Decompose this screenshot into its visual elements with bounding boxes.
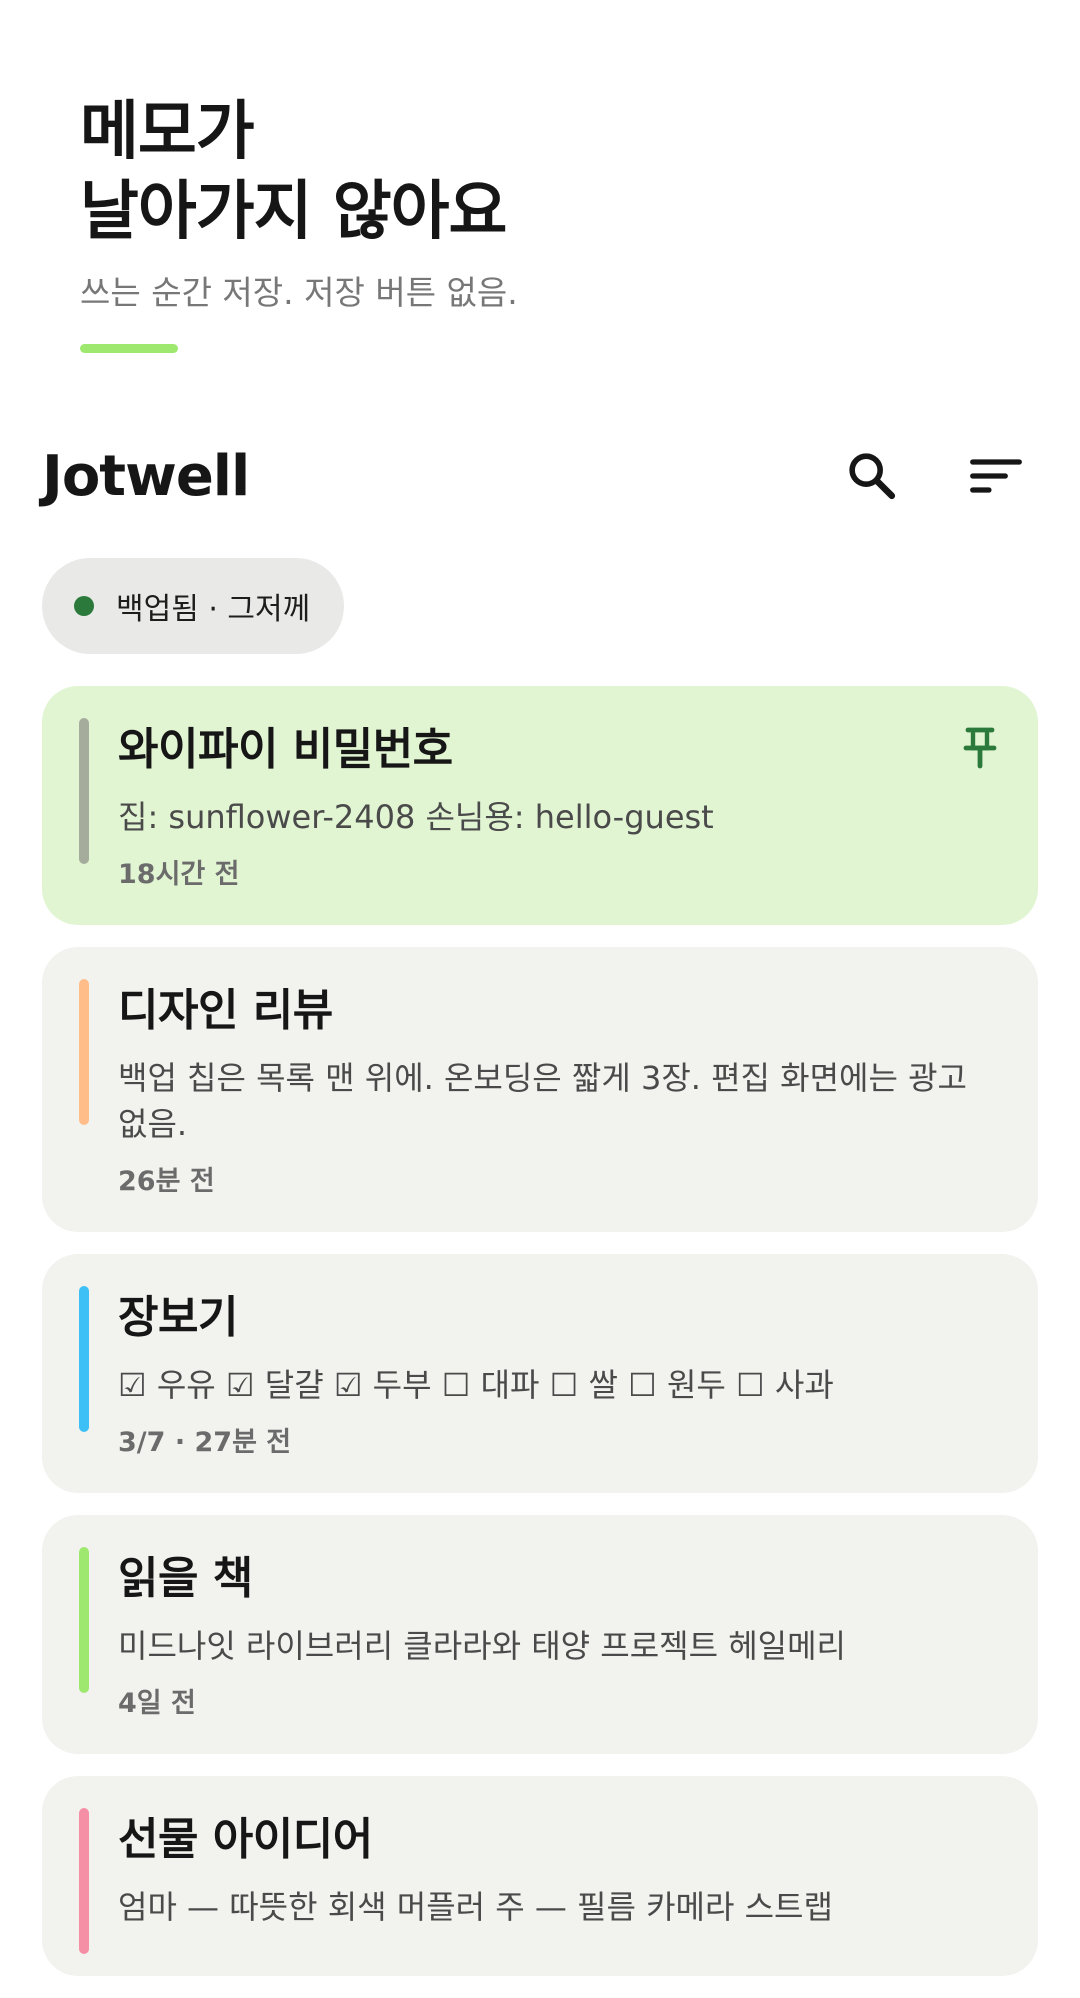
- note-body: 엄마 — 따뜻한 회색 머플러 주 — 필름 카메라 스트랩: [118, 1888, 833, 1926]
- note-card[interactable]: 선물 아이디어 엄마 — 따뜻한 회색 머플러 주 — 필름 카메라 스트랩: [42, 1776, 1038, 1976]
- note-color-bar: [79, 979, 89, 1125]
- hero-text: 메모가 날아가지 않아요 쓰는 순간 저장. 저장 버튼 없음.: [80, 92, 980, 314]
- notes-list: 와이파이 비밀번호 집: sunflower-2408 손님용: hello-g…: [42, 686, 1038, 1998]
- note-timestamp: 3/7 · 27분 전: [118, 1427, 292, 1458]
- note-title: 장보기: [118, 1292, 238, 1343]
- note-body: 미드나잇 라이브러리 클라라와 태양 프로젝트 헤일메리: [118, 1627, 846, 1665]
- hero-accent-rule: [80, 344, 178, 353]
- note-title: 와이파이 비밀번호: [118, 724, 453, 775]
- hero-subtitle: 쓰는 순간 저장. 저장 버튼 없음.: [80, 273, 518, 312]
- note-timestamp: 18시간 전: [118, 859, 240, 890]
- note-body: 집: sunflower-2408 손님용: hello-guest: [118, 798, 714, 836]
- note-card[interactable]: 장보기 ☑ 우유 ☑ 달걀 ☑ 두부 ☐ 대파 ☐ 쌀 ☐ 원두 ☐ 사과 3/…: [42, 1254, 1038, 1493]
- note-title: 선물 아이디어: [118, 1814, 373, 1865]
- note-timestamp: 26분 전: [118, 1166, 215, 1197]
- note-color-bar: [79, 1547, 89, 1693]
- note-color-bar: [79, 1286, 89, 1432]
- backup-status-label: 백업됨 · 그저께: [116, 592, 311, 627]
- note-body: ☑ 우유 ☑ 달걀 ☑ 두부 ☐ 대파 ☐ 쌀 ☐ 원두 ☐ 사과: [118, 1366, 834, 1404]
- note-body: 백업 칩은 목록 맨 위에. 온보딩은 짧게 3장. 편집 화면에는 광고 없음…: [118, 1059, 967, 1143]
- sort-button[interactable]: [954, 434, 1038, 518]
- hero-title: 메모가 날아가지 않아요: [80, 95, 507, 249]
- backup-status-dot: [74, 596, 94, 616]
- app-title: Jotwell: [42, 443, 250, 509]
- pin-icon[interactable]: [962, 726, 998, 770]
- note-color-bar: [79, 1808, 89, 1954]
- note-card[interactable]: 디자인 리뷰 백업 칩은 목록 맨 위에. 온보딩은 짧게 3장. 편집 화면에…: [42, 947, 1038, 1232]
- search-icon: [849, 453, 896, 500]
- note-timestamp: 4일 전: [118, 1688, 196, 1719]
- note-title: 읽을 책: [118, 1553, 253, 1604]
- top-app-bar: Jotwell: [42, 438, 1038, 514]
- backup-status-chip[interactable]: 백업됨 · 그저께: [42, 558, 345, 654]
- sort-icon: [970, 459, 1022, 493]
- note-color-bar: [79, 718, 89, 864]
- note-title: 디자인 리뷰: [118, 985, 333, 1036]
- search-button[interactable]: [830, 434, 914, 518]
- note-card[interactable]: 읽을 책 미드나잇 라이브러리 클라라와 태양 프로젝트 헤일메리 4일 전: [42, 1515, 1038, 1754]
- note-card[interactable]: 와이파이 비밀번호 집: sunflower-2408 손님용: hello-g…: [42, 686, 1038, 925]
